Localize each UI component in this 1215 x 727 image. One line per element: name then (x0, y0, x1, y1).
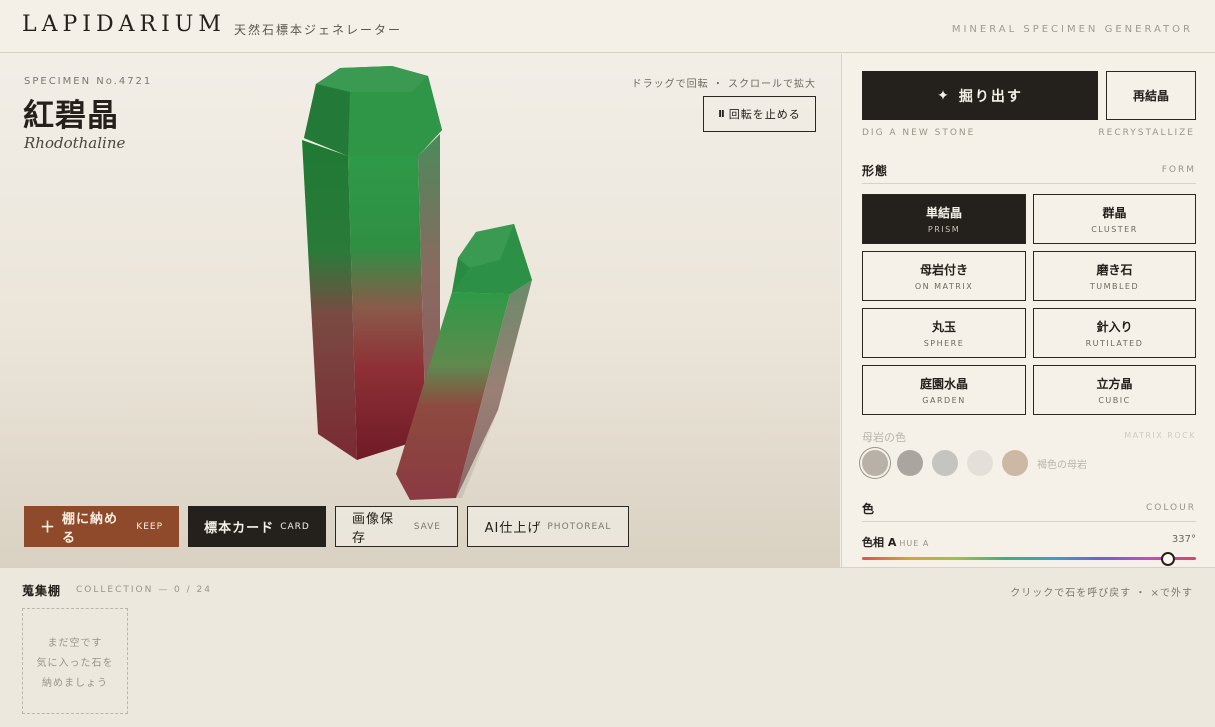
form-option-label: 群晶 (1102, 206, 1127, 220)
specimen-number: SPECIMEN No.4721 (24, 76, 153, 87)
form-option-label: 庭園水晶 (919, 377, 968, 391)
form-option-cubic[interactable]: 立方晶 CUBIC (1033, 365, 1196, 415)
card-label-en: CARD (280, 521, 310, 532)
collection-shelf: 蒐集棚 COLLECTION — 0 / 24 クリックで石を呼び戻す ・ ×で… (0, 567, 1215, 727)
form-option-label-en: SPHERE (923, 339, 965, 348)
matrix-swatch-label: 褐色の母岩 (1037, 459, 1087, 471)
keep-label: 棚に納める (62, 511, 119, 546)
form-option-label-en: GARDEN (922, 396, 966, 405)
form-option-label-en: ON MATRIX (914, 282, 974, 291)
recrystallize-button[interactable]: 再結晶 (1106, 71, 1196, 120)
keep-button[interactable]: ＋ 棚に納める KEEP (24, 506, 179, 547)
ai-label-en: PHOTOREAL (547, 521, 612, 532)
stage-hint: ドラッグで回転 ・ スクロールで拡大 (631, 79, 816, 90)
form-option-garden[interactable]: 庭園水晶 GARDEN (862, 365, 1026, 415)
specimen-latin-name: Rhodothaline (24, 134, 126, 152)
form-option-label: 針入り (1096, 320, 1133, 334)
collection-hint: クリックで石を呼び戻す ・ ×で外す (1010, 588, 1193, 599)
matrix-swatch[interactable] (932, 450, 958, 476)
empty-collection-slot: まだ空です 気に入った石を 納めましょう (22, 608, 128, 714)
matrix-title-en: MATRIX ROCK (1124, 431, 1196, 440)
form-option-label-en: TUMBLED (1089, 282, 1140, 291)
collection-title: 蒐集棚 (22, 584, 62, 598)
collection-count: COLLECTION — 0 / 24 (76, 585, 212, 595)
empty-line-2: 気に入った石を (36, 657, 114, 669)
app-tagline: MINERAL SPECIMEN GENERATOR (951, 24, 1193, 35)
colour-title-en: COLOUR (1146, 503, 1196, 513)
save-label: 画像保存 (352, 511, 395, 546)
colour-title: 色 (862, 502, 876, 516)
pause-icon: II (718, 108, 725, 120)
form-option-label-en: CUBIC (1098, 396, 1131, 405)
ai-finish-button[interactable]: AI仕上げ PHOTOREAL (467, 506, 629, 547)
form-option-prism[interactable]: 単結晶 PRISM (862, 194, 1026, 244)
form-option-tumbled[interactable]: 磨き石 TUMBLED (1033, 251, 1196, 301)
control-panel: ✦ 掘り出す 再結晶 DIG A NEW STONE RECRYSTALLIZE… (841, 54, 1215, 567)
app-subtitle: 天然石標本ジェネレーター (234, 23, 403, 37)
matrix-swatches: 褐色の母岩 (862, 450, 1087, 476)
form-option-label: 単結晶 (925, 206, 962, 220)
stop-rotation-button[interactable]: II 回転を止める (703, 96, 816, 132)
colour-section-header: 色 COLOUR (862, 500, 1196, 522)
form-option-sphere[interactable]: 丸玉 SPHERE (862, 308, 1026, 358)
app-logo: LAPIDARIUM (22, 12, 226, 37)
hue-row: 色相 A HUE A 337° (862, 534, 1196, 550)
specimen-stage[interactable]: SPECIMEN No.4721 紅碧晶 Rhodothaline ドラッグで回… (0, 54, 840, 567)
matrix-section-header: 母岩の色 MATRIX ROCK (862, 429, 1196, 445)
form-title: 形態 (862, 164, 889, 178)
empty-line-3: 納めましょう (42, 677, 108, 689)
form-option-label: 母岩付き (919, 263, 968, 277)
form-option-label-en: PRISM (927, 225, 961, 234)
dig-button[interactable]: ✦ 掘り出す (862, 71, 1098, 120)
form-option-label-en: CLUSTER (1091, 225, 1138, 234)
save-image-button[interactable]: 画像保存 SAVE (335, 506, 458, 547)
sparkle-icon: ✦ (937, 87, 951, 104)
hue-slider-track[interactable] (862, 557, 1196, 560)
form-title-en: FORM (1161, 165, 1196, 175)
specimen-card-button[interactable]: 標本カード CARD (188, 506, 326, 547)
matrix-swatch[interactable] (1002, 450, 1028, 476)
matrix-swatch[interactable] (862, 450, 888, 476)
form-options: 単結晶 PRISM 群晶 CLUSTER 母岩付き ON MATRIX 磨き石 TUMBLED… (862, 194, 1196, 415)
keep-label-en: KEEP (136, 521, 163, 532)
form-option-label: 磨き石 (1096, 263, 1133, 277)
hue-slider-handle[interactable] (1160, 552, 1175, 566)
dig-label: 掘り出す (958, 88, 1023, 105)
matrix-swatch[interactable] (897, 450, 923, 476)
card-label: 標本カード (204, 521, 275, 536)
save-label-en: SAVE (413, 521, 441, 532)
recrystallize-caption: RECRYSTALLIZE (1098, 128, 1195, 138)
empty-line-1: まだ空です (47, 637, 103, 649)
action-bar: ＋ 棚に納める KEEP 標本カード CARD 画像保存 SAVE AI仕上げ … (24, 506, 629, 547)
ai-label: AI仕上げ (484, 521, 542, 536)
dig-caption: DIG A NEW STONE (862, 128, 976, 138)
form-option-on-matrix[interactable]: 母岩付き ON MATRIX (862, 251, 1026, 301)
matrix-title: 母岩の色 (862, 431, 906, 444)
hue-value: 337° (1171, 534, 1196, 545)
matrix-swatch[interactable] (967, 450, 993, 476)
form-option-label-en: RUTILATED (1085, 339, 1144, 348)
stop-rotation-label: 回転を止める (728, 108, 801, 121)
hue-label: 色相 A HUE A (862, 536, 930, 549)
form-option-cluster[interactable]: 群晶 CLUSTER (1033, 194, 1196, 244)
specimen-name: 紅碧晶 (23, 98, 119, 134)
form-section-header: 形態 FORM (862, 162, 1196, 184)
plus-icon: ＋ (40, 518, 57, 536)
form-option-label: 丸玉 (931, 320, 956, 334)
form-option-label: 立方晶 (1096, 377, 1133, 391)
app-header: LAPIDARIUM 天然石標本ジェネレーター MINERAL SPECIMEN… (0, 0, 1215, 53)
form-option-rutilated[interactable]: 針入り RUTILATED (1033, 308, 1196, 358)
